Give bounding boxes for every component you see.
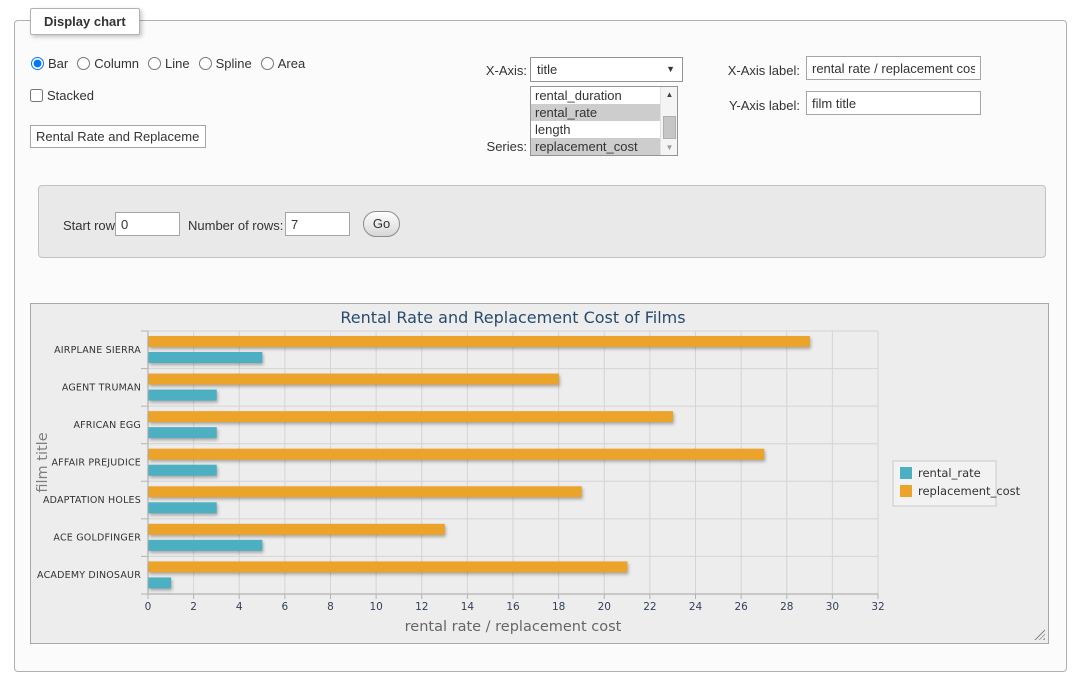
x-tick-label: 20 <box>598 601 611 613</box>
category-label: ADAPTATION HOLES <box>43 495 141 506</box>
chart-type-radio-label: Column <box>94 56 139 71</box>
x-tick-label: 26 <box>734 601 748 613</box>
x-tick-label: 14 <box>461 601 475 613</box>
chart-type-option-bar: Bar <box>31 56 68 71</box>
display-chart-legend-tab: Display chart <box>30 8 140 35</box>
x-tick-label: 32 <box>871 601 884 613</box>
y-axis-label-input[interactable] <box>806 91 981 115</box>
chart-type-option-line: Line <box>148 56 190 71</box>
x-tick-label: 22 <box>643 601 656 613</box>
x-axis-select[interactable]: title ▼ <box>530 57 683 82</box>
bar-rental_rate[interactable] <box>149 465 217 476</box>
bar-rental_rate[interactable] <box>149 577 172 588</box>
stacked-checkbox[interactable] <box>30 89 43 102</box>
go-button[interactable]: Go <box>363 211 400 237</box>
series-scrollbar[interactable]: ▲ ▼ <box>660 87 677 155</box>
bar-rental_rate[interactable] <box>149 502 217 513</box>
x-axis-label-input[interactable] <box>806 56 981 80</box>
chart-type-option-column: Column <box>77 56 139 71</box>
bar-rental_rate[interactable] <box>149 540 263 551</box>
x-tick-label: 18 <box>552 601 565 613</box>
series-option-rental_duration[interactable]: rental_duration <box>531 87 661 104</box>
number-of-rows-input[interactable] <box>285 212 350 236</box>
chart-title: Rental Rate and Replacement Cost of Film… <box>340 308 685 327</box>
stacked-label: Stacked <box>30 88 94 103</box>
chart-type-radio-label: Area <box>278 56 305 71</box>
bar-replacement_cost[interactable] <box>149 411 673 422</box>
start-row-label: Start row: <box>63 218 119 233</box>
bar-rental_rate[interactable] <box>149 427 217 438</box>
series-options: rental_durationrental_ratelengthreplacem… <box>531 87 677 155</box>
chart-type-radio-area[interactable] <box>261 57 274 70</box>
legend-swatch <box>900 485 912 497</box>
legend-swatch <box>900 467 912 479</box>
bar-rental_rate[interactable] <box>149 390 217 401</box>
scroll-up-icon[interactable]: ▲ <box>661 87 678 102</box>
x-tick-label: 28 <box>780 601 793 613</box>
bar-replacement_cost[interactable] <box>149 374 559 385</box>
x-tick-label: 16 <box>506 601 520 613</box>
bar-rental_rate[interactable] <box>149 352 263 363</box>
y-axis-label-label: Y-Axis label: <box>700 98 800 113</box>
series-select-label: Series: <box>445 139 527 154</box>
x-tick-label: 0 <box>145 601 152 613</box>
number-of-rows-label: Number of rows: <box>188 218 283 233</box>
chart-type-radio-group: Bar Column Line Spline Area <box>31 56 314 71</box>
series-option-length[interactable]: length <box>531 121 661 138</box>
chart-type-radio-label: Line <box>165 56 190 71</box>
chart-type-radio-spline[interactable] <box>199 57 212 70</box>
chart-type-radio-label: Spline <box>216 56 252 71</box>
x-tick-label: 6 <box>282 601 289 613</box>
bar-replacement_cost[interactable] <box>149 524 445 535</box>
chart-title-input[interactable] <box>30 125 206 148</box>
category-label: AGENT TRUMAN <box>62 382 141 393</box>
x-tick-label: 24 <box>689 601 703 613</box>
category-label: AFFAIR PREJUDICE <box>51 458 141 469</box>
chart-container: 02468101214161820222426283032AIRPLANE SI… <box>30 303 1049 644</box>
x-tick-label: 8 <box>327 601 334 613</box>
scroll-down-icon[interactable]: ▼ <box>661 140 678 155</box>
category-label: AFRICAN EGG <box>73 420 141 431</box>
chart-type-option-spline: Spline <box>199 56 252 71</box>
legend-item-replacement_cost[interactable]: replacement_cost <box>900 484 1021 498</box>
legend-label: replacement_cost <box>918 484 1021 498</box>
y-axis-title: film title <box>35 432 51 492</box>
bar-replacement_cost[interactable] <box>149 449 765 460</box>
series-option-rental_rate[interactable]: rental_rate <box>531 104 661 121</box>
bar-replacement_cost[interactable] <box>149 561 628 572</box>
bar-replacement_cost[interactable] <box>149 486 582 497</box>
x-axis-label-label: X-Axis label: <box>700 63 800 78</box>
bar-replacement_cost[interactable] <box>149 336 810 347</box>
x-tick-label: 4 <box>236 601 243 613</box>
chart-type-radio-column[interactable] <box>77 57 90 70</box>
chart-type-radio-label: Bar <box>48 56 68 71</box>
category-label: AIRPLANE SIERRA <box>54 345 141 356</box>
series-multiselect[interactable]: rental_durationrental_ratelengthreplacem… <box>530 86 678 156</box>
x-tick-label: 30 <box>826 601 839 613</box>
category-label: ACE GOLDFINGER <box>53 533 141 544</box>
x-tick-label: 10 <box>369 601 382 613</box>
chart-type-radio-bar[interactable] <box>31 57 44 70</box>
x-axis-selected-value: title <box>537 62 557 77</box>
x-tick-label: 2 <box>190 601 197 613</box>
chart-type-radio-line[interactable] <box>148 57 161 70</box>
x-axis-select-label: X-Axis: <box>445 63 527 78</box>
bar-chart-svg: 02468101214161820222426283032AIRPLANE SI… <box>31 304 1048 643</box>
chart-type-option-area: Area <box>261 56 305 71</box>
start-row-input[interactable] <box>115 212 180 236</box>
series-option-replacement_cost[interactable]: replacement_cost <box>531 138 661 155</box>
x-tick-label: 12 <box>415 601 428 613</box>
x-axis-title: rental rate / replacement cost <box>405 619 622 635</box>
scrollbar-thumb[interactable] <box>663 116 676 139</box>
chevron-down-icon: ▼ <box>666 58 675 81</box>
stacked-checkbox-row: Stacked <box>30 88 94 103</box>
category-label: ACADEMY DINOSAUR <box>37 570 141 581</box>
legend-label: rental_rate <box>918 466 981 480</box>
